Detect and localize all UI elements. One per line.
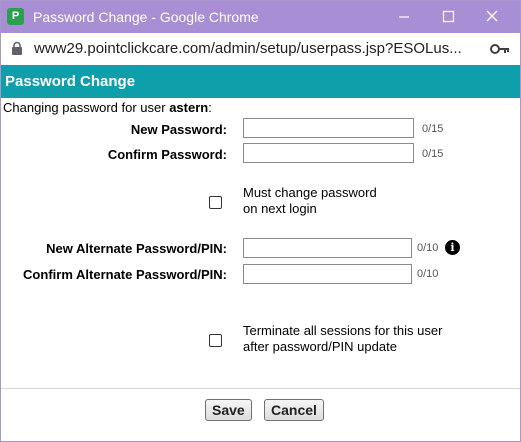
must-change-password-line2: on next login <box>243 201 317 216</box>
url-text[interactable]: www29.pointclickcare.com/admin/setup/use… <box>34 33 462 65</box>
key-icon[interactable] <box>490 43 510 55</box>
title-bar[interactable]: P Password Change - Google Chrome <box>1 1 520 33</box>
maximize-button[interactable] <box>426 1 470 33</box>
intro-prefix: Changing password for user <box>3 100 170 115</box>
confirm-password-label: Confirm Password: <box>107 147 227 162</box>
must-change-password-label: Must change password on next login <box>243 185 377 217</box>
close-button[interactable] <box>470 1 514 33</box>
footer-divider <box>1 388 520 389</box>
dialog-title: Password Change <box>5 73 136 90</box>
minimize-button[interactable] <box>382 1 426 33</box>
intro-text: Changing password for user astern: <box>3 100 212 115</box>
must-change-password-line1: Must change password <box>243 185 377 200</box>
window-title: Password Change - Google Chrome <box>33 9 259 25</box>
new-alt-password-input[interactable] <box>243 238 412 258</box>
confirm-alt-password-label: Confirm Alternate Password/PIN: <box>23 267 227 282</box>
confirm-alt-password-counter: 0/10 <box>417 268 439 280</box>
info-icon[interactable]: i <box>445 240 460 255</box>
must-change-password-checkbox[interactable] <box>209 196 222 209</box>
terminate-sessions-label: Terminate all sessions for this user aft… <box>243 323 442 355</box>
confirm-password-counter: 0/15 <box>422 148 444 160</box>
save-button[interactable]: Save <box>205 399 252 421</box>
new-password-label: New Password: <box>130 122 227 137</box>
username: astern <box>169 100 209 115</box>
new-password-counter: 0/15 <box>422 123 444 135</box>
confirm-alt-password-input[interactable] <box>243 264 412 284</box>
address-bar[interactable]: www29.pointclickcare.com/admin/setup/use… <box>1 33 520 65</box>
maximize-icon <box>442 10 455 23</box>
terminate-sessions-line1: Terminate all sessions for this user <box>243 323 443 338</box>
new-password-input[interactable] <box>243 118 414 138</box>
minimize-icon <box>399 16 409 18</box>
close-icon <box>486 10 498 22</box>
browser-popup-window: P Password Change - Google Chrome www29.… <box>0 0 521 442</box>
terminate-sessions-line2: after password/PIN update <box>243 339 397 354</box>
terminate-sessions-checkbox[interactable] <box>209 334 222 347</box>
intro-suffix: : <box>208 100 212 115</box>
pointclickcare-app-icon: P <box>7 8 24 25</box>
lock-icon[interactable] <box>11 41 23 56</box>
cancel-button[interactable]: Cancel <box>264 399 324 421</box>
new-alt-password-label: New Alternate Password/PIN: <box>46 241 227 256</box>
dialog-header: Password Change <box>1 65 520 98</box>
confirm-password-input[interactable] <box>243 143 414 163</box>
new-alt-password-counter: 0/10 <box>417 242 439 254</box>
